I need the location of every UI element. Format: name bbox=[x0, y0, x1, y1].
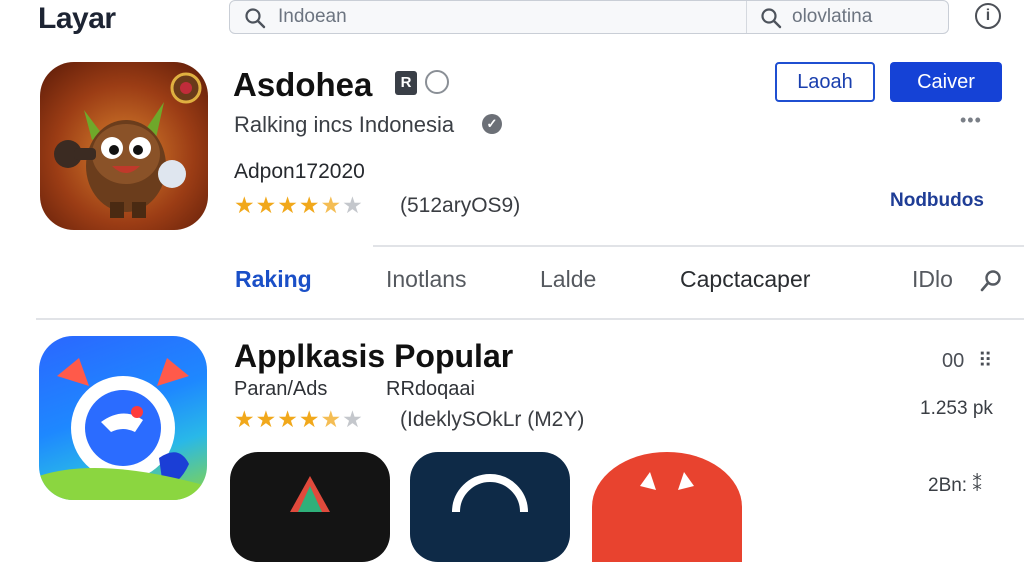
tab-idlo[interactable]: IDlo bbox=[912, 266, 953, 293]
game-mascot-icon[interactable] bbox=[40, 62, 208, 230]
search-bar[interactable]: Indoean olovlatina bbox=[229, 0, 949, 34]
install-button[interactable]: Caiver bbox=[890, 62, 1002, 102]
chat-app-icon[interactable] bbox=[39, 336, 207, 500]
info-icon[interactable]: i bbox=[975, 3, 1001, 29]
open-button[interactable]: Laoah bbox=[775, 62, 875, 102]
share-icon: ⁑ bbox=[972, 475, 982, 496]
divider bbox=[373, 245, 1024, 247]
verified-icon: ✓ bbox=[482, 114, 502, 134]
search-icon bbox=[245, 8, 266, 29]
app-publisher[interactable]: Ralking incs Indonesia bbox=[234, 112, 454, 138]
rating-count: (512aryOS9) bbox=[400, 194, 521, 217]
section-meta: 2Bn: ⁑ bbox=[928, 474, 982, 497]
tab-lalde[interactable]: Lalde bbox=[540, 266, 596, 293]
search-input[interactable]: Indoean bbox=[278, 6, 347, 28]
app-tile[interactable] bbox=[592, 452, 742, 562]
tab-raking[interactable]: Raking bbox=[235, 266, 312, 293]
meta-label: 2Bn: bbox=[928, 475, 968, 496]
globe-icon bbox=[425, 70, 449, 94]
search-divider bbox=[746, 1, 747, 33]
app-tile[interactable] bbox=[230, 452, 390, 562]
section-subtitle: Paran/Ads bbox=[234, 378, 328, 400]
section-category: RRdoqaai bbox=[386, 378, 475, 400]
app-developer: Adpon172020 bbox=[234, 160, 365, 183]
search-icon-secondary bbox=[761, 8, 782, 29]
age-rating-badge: R bbox=[395, 71, 417, 95]
rating-stars: ★★★★★★ bbox=[234, 192, 364, 218]
divider bbox=[36, 318, 1024, 320]
app-tile[interactable] bbox=[410, 452, 570, 562]
details-link[interactable]: Nodbudos bbox=[890, 190, 984, 212]
download-size: 1.253 pk bbox=[920, 398, 993, 419]
search-filter-input[interactable]: olovlatina bbox=[792, 6, 872, 28]
count-label: 00 bbox=[942, 350, 965, 372]
tab-capctacaper[interactable]: Capctacaper bbox=[680, 266, 810, 293]
rating-count: (IdeklySOkLr (M2Y) bbox=[400, 408, 585, 431]
rating-stars: ★★★★★★ bbox=[234, 406, 364, 432]
section-title: Applkasis Popular bbox=[234, 338, 514, 374]
search-icon[interactable] bbox=[978, 268, 1004, 294]
tab-inotlans[interactable]: Inotlans bbox=[386, 266, 467, 293]
more-options-icon[interactable]: ••• bbox=[960, 110, 982, 131]
app-title: Asdohea bbox=[233, 66, 373, 103]
app-logo[interactable]: Layar bbox=[38, 2, 116, 36]
grid-icon: ⠿ bbox=[977, 350, 993, 372]
section-count[interactable]: 00 ⠿ bbox=[942, 348, 993, 373]
